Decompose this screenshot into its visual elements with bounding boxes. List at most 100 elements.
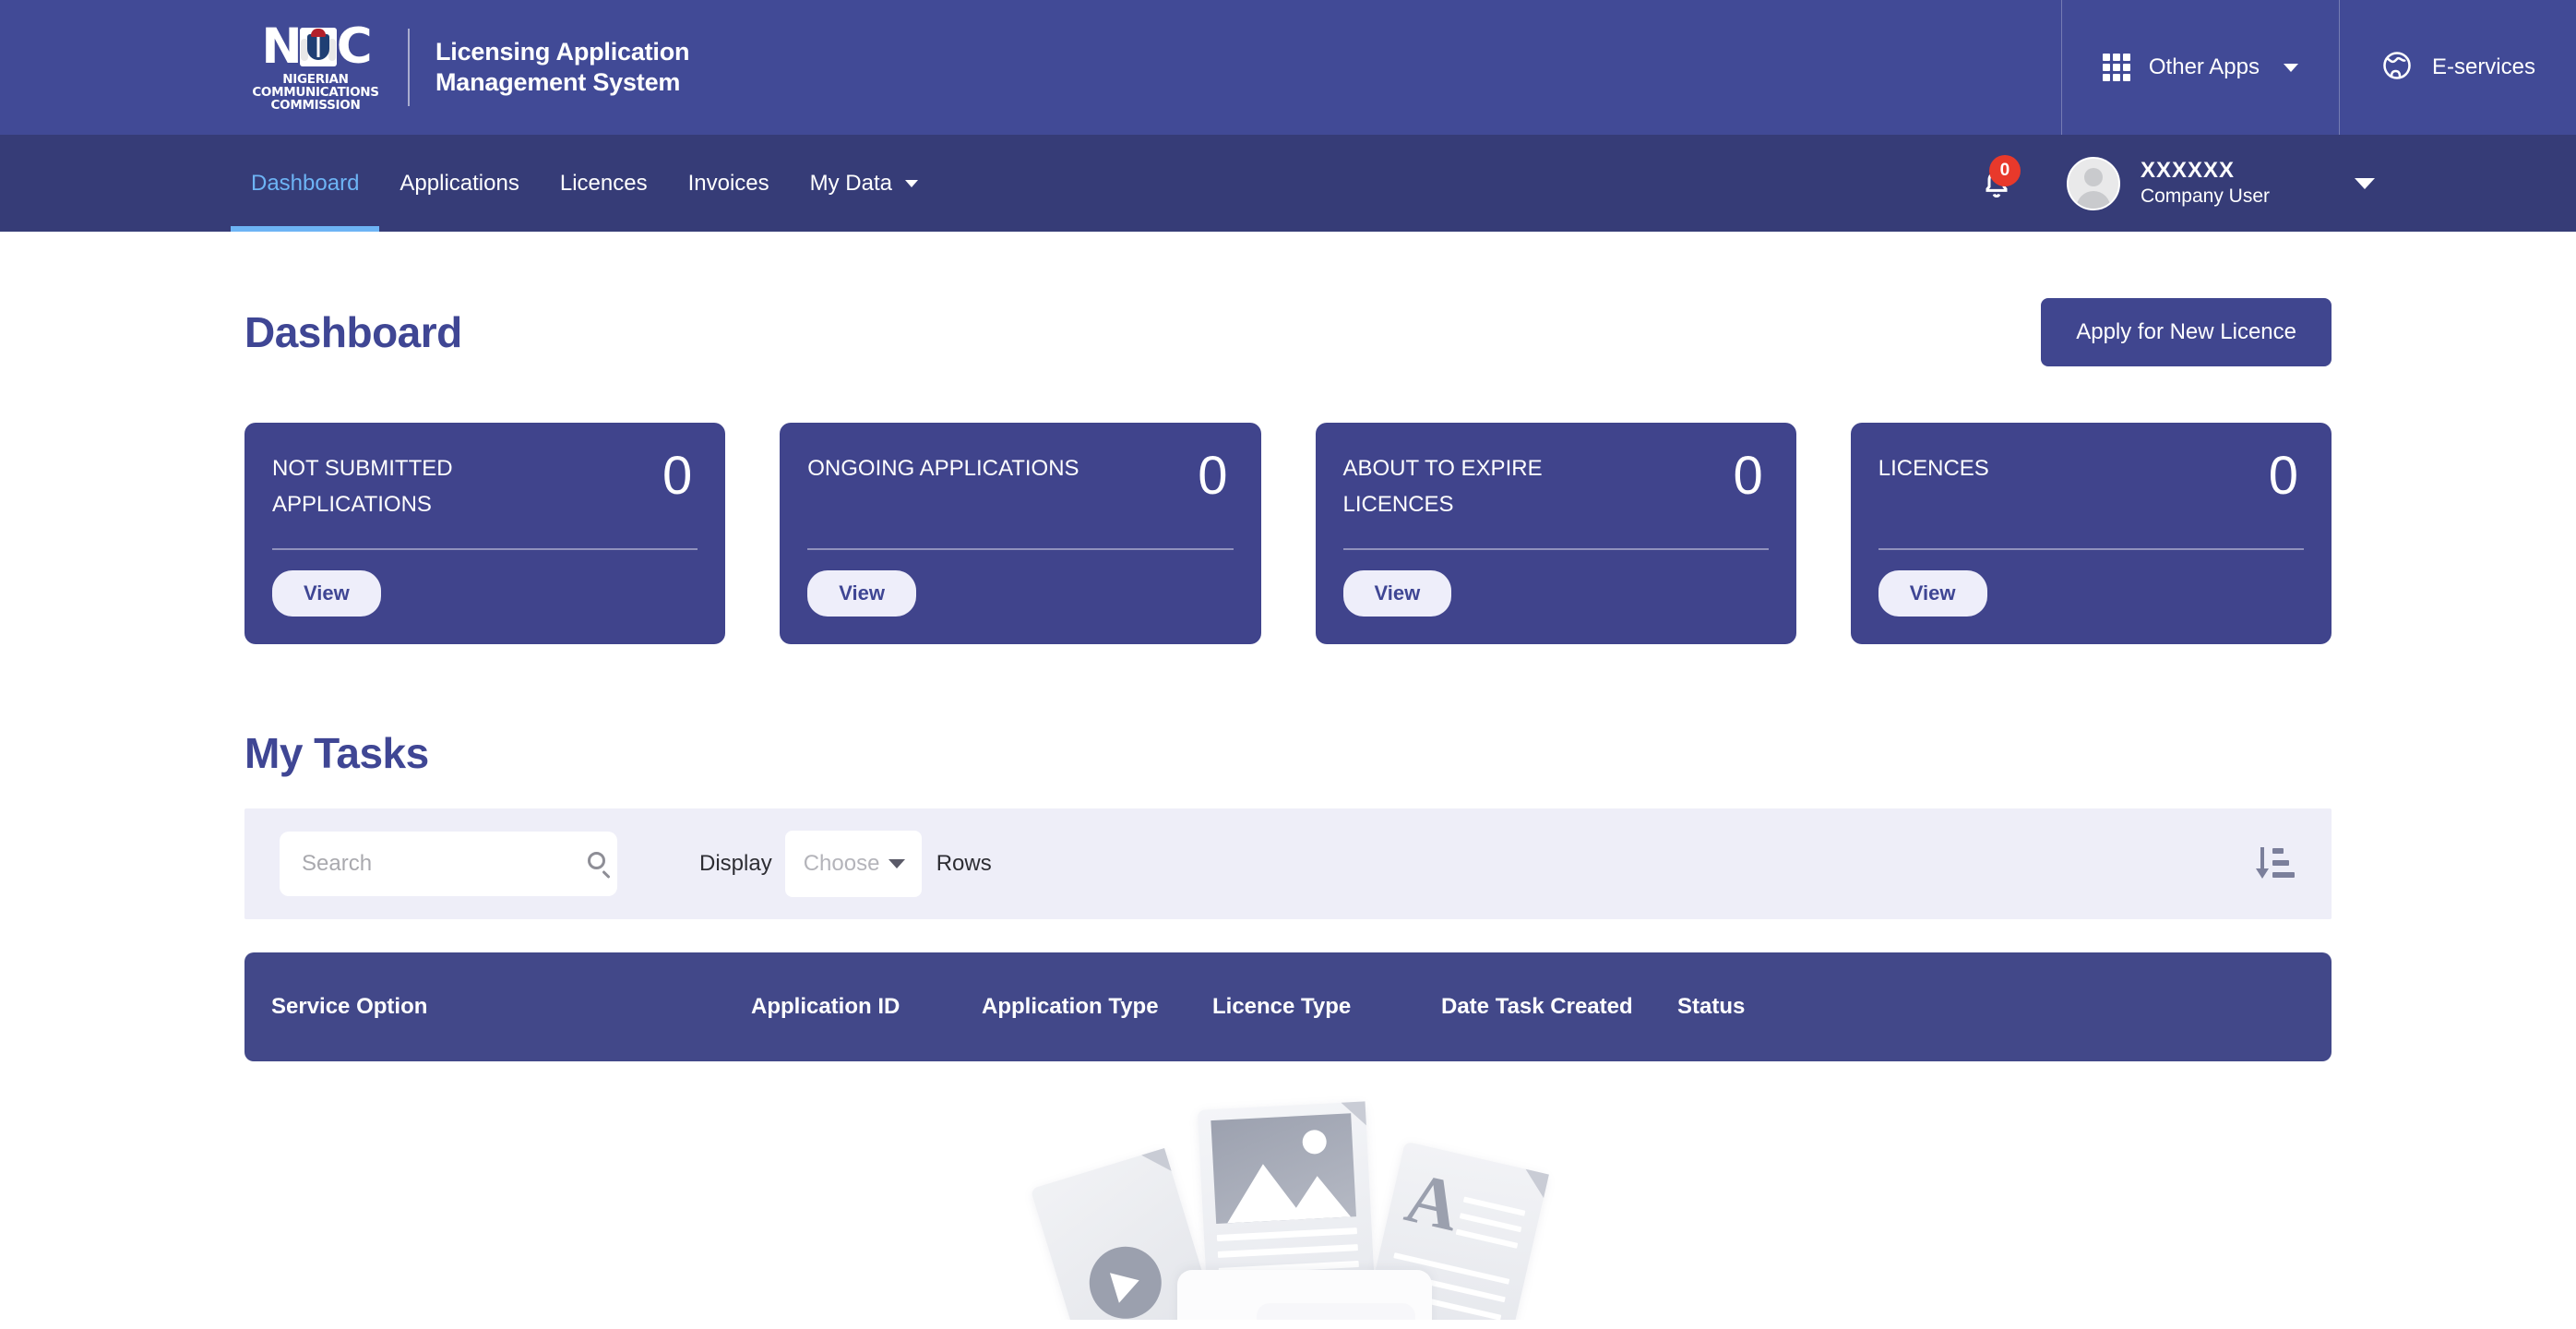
nav-label-applications: Applications [400, 170, 519, 196]
avatar-head [2083, 167, 2103, 186]
stat-card-value: 0 [2268, 446, 2298, 506]
doc-folded-corner [1141, 1148, 1172, 1179]
other-apps-button[interactable]: Other Apps [2060, 0, 2339, 135]
user-menu[interactable]: XXXXXX Company User [2141, 158, 2270, 209]
my-tasks-title: My Tasks [244, 729, 429, 777]
ncc-subtext-line-3: COMMISSION [270, 98, 361, 113]
column-header-date-task-created[interactable]: Date Task Created [1441, 988, 1677, 1025]
nav-item-applications[interactable]: Applications [379, 135, 539, 232]
text-line [1217, 1244, 1358, 1258]
stat-card-licences[interactable]: LICENCES 0 View [1850, 423, 2332, 644]
stat-card-divider [272, 548, 698, 550]
e-services-button[interactable]: E-services [2338, 0, 2576, 135]
folder-tab [1257, 1303, 1415, 1320]
crest-horse-right [328, 39, 336, 61]
app-title: Licensing Application Management System [435, 37, 690, 98]
globe-icon [2380, 49, 2414, 87]
stat-card-divider [807, 548, 1234, 550]
nav-item-invoices[interactable]: Invoices [668, 135, 790, 232]
nav-item-my-data[interactable]: My Data [790, 135, 938, 232]
stat-card-ongoing-applications[interactable]: ONGOING APPLICATIONS 0 View [780, 423, 1261, 644]
stat-card-title: ONGOING APPLICATIONS [807, 456, 1079, 481]
brand-divider [408, 29, 410, 106]
nav-label-my-data: My Data [809, 170, 892, 196]
stat-card-title: NOT SUBMITTED APPLICATIONS [272, 456, 453, 517]
avatar-body [2076, 190, 2111, 209]
column-header-licence-type[interactable]: Licence Type [1212, 988, 1441, 1025]
search-input[interactable] [302, 851, 588, 877]
search-icon[interactable] [588, 852, 612, 880]
stat-card-title: ABOUT TO EXPIRE LICENCES [1342, 456, 1543, 517]
photo-thumbnail [1210, 1113, 1357, 1225]
bell-icon [1978, 170, 2015, 207]
stat-card-title: LICENCES [1878, 456, 1989, 481]
stat-card-top: NOT SUBMITTED APPLICATIONS 0 [272, 446, 698, 522]
mountain-shape-2 [1285, 1174, 1352, 1220]
stat-card-view-button[interactable]: View [272, 570, 381, 617]
stat-card-value: 0 [1198, 446, 1228, 506]
stat-card-top: ABOUT TO EXPIRE LICENCES 0 [1342, 446, 1769, 522]
stat-card-top: ONGOING APPLICATIONS 0 [807, 446, 1233, 506]
column-header-status[interactable]: Status [1677, 988, 1862, 1025]
chevron-down-icon [904, 179, 918, 187]
stat-card-not-submitted-applications[interactable]: NOT SUBMITTED APPLICATIONS 0 View [244, 423, 726, 644]
sun-shape [1302, 1129, 1328, 1155]
stat-card-divider [1342, 548, 1769, 550]
ncc-letter-c2: C [336, 18, 373, 75]
nav-label-licences: Licences [559, 170, 648, 196]
ncc-letter-n: N [261, 18, 302, 75]
doc-folded-corner [1520, 1168, 1549, 1198]
avatar[interactable] [2066, 156, 2120, 210]
stat-card-top: LICENCES 0 [1878, 446, 2304, 506]
stat-card-value: 0 [662, 446, 693, 506]
nav-label-dashboard: Dashboard [251, 170, 360, 196]
rows-per-page-select[interactable]: Choose [784, 831, 922, 897]
stat-cards: NOT SUBMITTED APPLICATIONS 0 View ONGOIN… [244, 423, 2332, 644]
user-menu-chevron-down-icon[interactable] [2355, 177, 2375, 189]
page-header: Dashboard Apply for New Licence [244, 232, 2332, 366]
text-line [1459, 1213, 1522, 1233]
crest-cap [310, 29, 326, 37]
ncc-logo-subtext: NIGERIAN COMMUNICATIONS COMMISSION [252, 72, 379, 113]
app-title-line-1: Licensing Application [435, 38, 690, 66]
column-header-application-id[interactable]: Application ID [751, 988, 982, 1025]
nav-item-dashboard[interactable]: Dashboard [231, 135, 380, 232]
search-box[interactable] [280, 832, 617, 896]
nav-item-licences[interactable]: Licences [540, 135, 668, 232]
text-line [1462, 1196, 1526, 1216]
nav-label-invoices: Invoices [687, 170, 769, 196]
column-header-application-type[interactable]: Application Type [982, 988, 1212, 1025]
ncc-subtext-line-1: NIGERIAN [282, 72, 349, 87]
stat-card-view-button[interactable]: View [807, 570, 916, 617]
apply-for-new-licence-button[interactable]: Apply for New Licence [2041, 298, 2332, 366]
nav-items: Dashboard Applications Licences Invoices… [0, 135, 938, 232]
rows-label: Rows [936, 851, 992, 876]
ncc-logo: N C NIGERIAN COMMUNICATIONS COMMISSION [247, 18, 384, 113]
page-title: Dashboard [244, 308, 462, 356]
stat-card-view-button[interactable]: View [1342, 570, 1452, 617]
rows-per-page-value: Choose [803, 851, 880, 876]
notification-count-badge: 0 [1988, 154, 2021, 186]
column-header-service-option[interactable]: Service Option [271, 988, 751, 1025]
grid-icon [2102, 54, 2130, 81]
top-header: N C NIGERIAN COMMUNICATIONS COMMISSION L… [0, 0, 2576, 135]
stat-card-divider [1878, 548, 2304, 550]
stat-card-value: 0 [1733, 446, 1763, 506]
user-name: XXXXXX [2140, 158, 2235, 183]
documents-empty-state-illustration: A [1030, 1089, 1549, 1320]
brand-block: N C NIGERIAN COMMUNICATIONS COMMISSION L… [0, 0, 2061, 135]
user-role: Company User [2140, 186, 2270, 207]
text-line [1216, 1227, 1357, 1242]
stat-card-view-button[interactable]: View [1878, 570, 1987, 617]
sort-descending-icon[interactable] [2254, 845, 2295, 882]
notifications-button[interactable]: 0 [1978, 154, 2021, 207]
tasks-table-header: Service Option Application ID Applicatio… [244, 952, 2332, 1061]
ncc-logo-letters: N C [261, 18, 373, 75]
crest-shield [306, 34, 329, 60]
nigeria-coat-of-arms-icon [299, 28, 337, 66]
page-content: Dashboard Apply for New Licence NOT SUBM… [0, 232, 2576, 1320]
text-line [1455, 1228, 1519, 1249]
stat-card-about-to-expire-licences[interactable]: ABOUT TO EXPIRE LICENCES 0 View [1315, 423, 1796, 644]
chevron-down-icon [888, 859, 905, 868]
ncc-subtext-line-2: COMMUNICATIONS [252, 85, 379, 100]
